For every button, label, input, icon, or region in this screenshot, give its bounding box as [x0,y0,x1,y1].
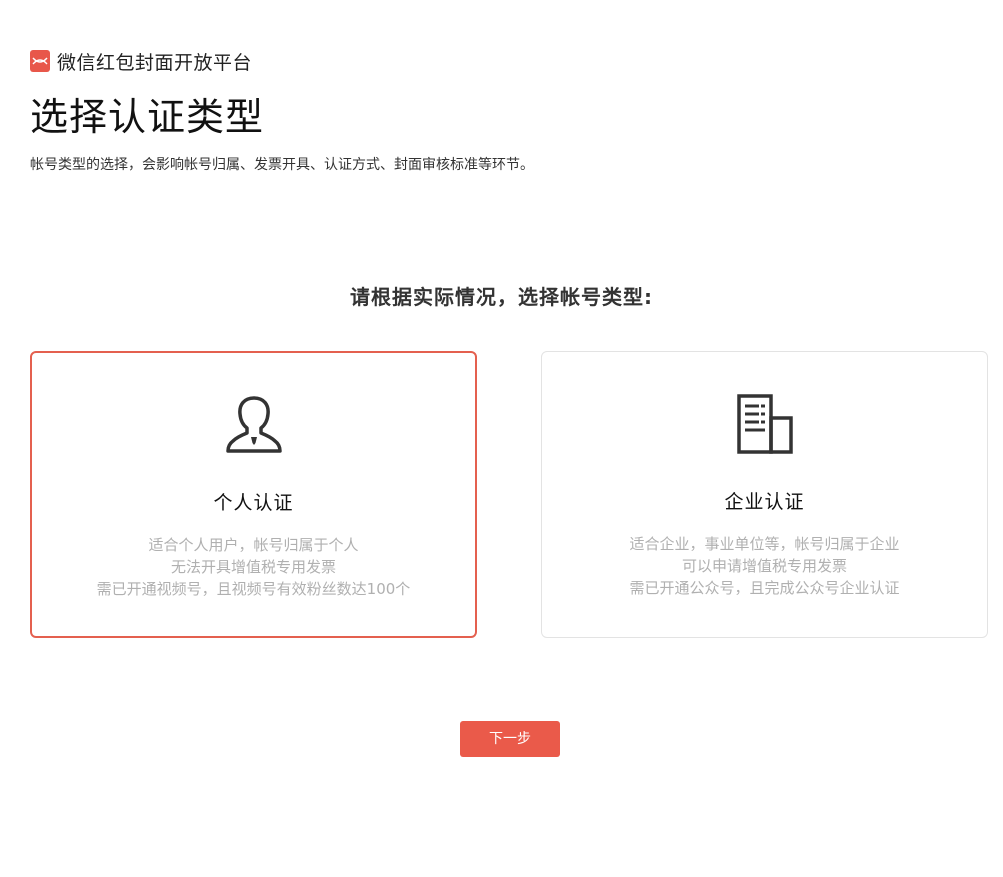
page-title: 选择认证类型 [30,95,265,139]
page-description: 帐号类型的选择，会影响帐号归属、发票开具、认证方式、封面审核标准等环节。 [30,157,534,173]
option-title: 企业认证 [724,491,805,513]
option-line: 需已开通公众号，且完成公众号企业认证 [629,579,900,597]
option-line: 可以申请增值税专用发票 [681,557,847,575]
option-line: 适合企业，事业单位等，帐号归属于企业 [629,535,900,553]
person-icon [222,393,286,457]
option-line: 无法开具增值税专用发票 [170,558,336,576]
section-prompt: 请根据实际情况，选择帐号类型: [350,285,653,309]
next-step-button[interactable]: 下一步 [460,721,560,757]
option-description: 适合企业，事业单位等，帐号归属于企业 可以申请增值税专用发票 需已开通公众号，且… [542,533,987,599]
page: 微信红包封面开放平台 选择认证类型 帐号类型的选择，会影响帐号归属、发票开具、认… [0,0,1003,877]
option-line: 适合个人用户，帐号归属于个人 [148,536,359,554]
building-icon [733,392,797,456]
red-packet-logo-icon [30,50,50,72]
option-title: 个人认证 [213,492,294,514]
option-description: 适合个人用户，帐号归属于个人 无法开具增值税专用发票 需已开通视频号，且视频号有… [32,534,475,600]
option-card-personal[interactable]: 个人认证 适合个人用户，帐号归属于个人 无法开具增值税专用发票 需已开通视频号，… [30,351,477,638]
brand-header: 微信红包封面开放平台 [30,48,252,74]
option-line: 需已开通视频号，且视频号有效粉丝数达100个 [96,580,411,598]
brand-name: 微信红包封面开放平台 [57,51,253,74]
option-card-enterprise[interactable]: 企业认证 适合企业，事业单位等，帐号归属于企业 可以申请增值税专用发票 需已开通… [541,351,988,638]
